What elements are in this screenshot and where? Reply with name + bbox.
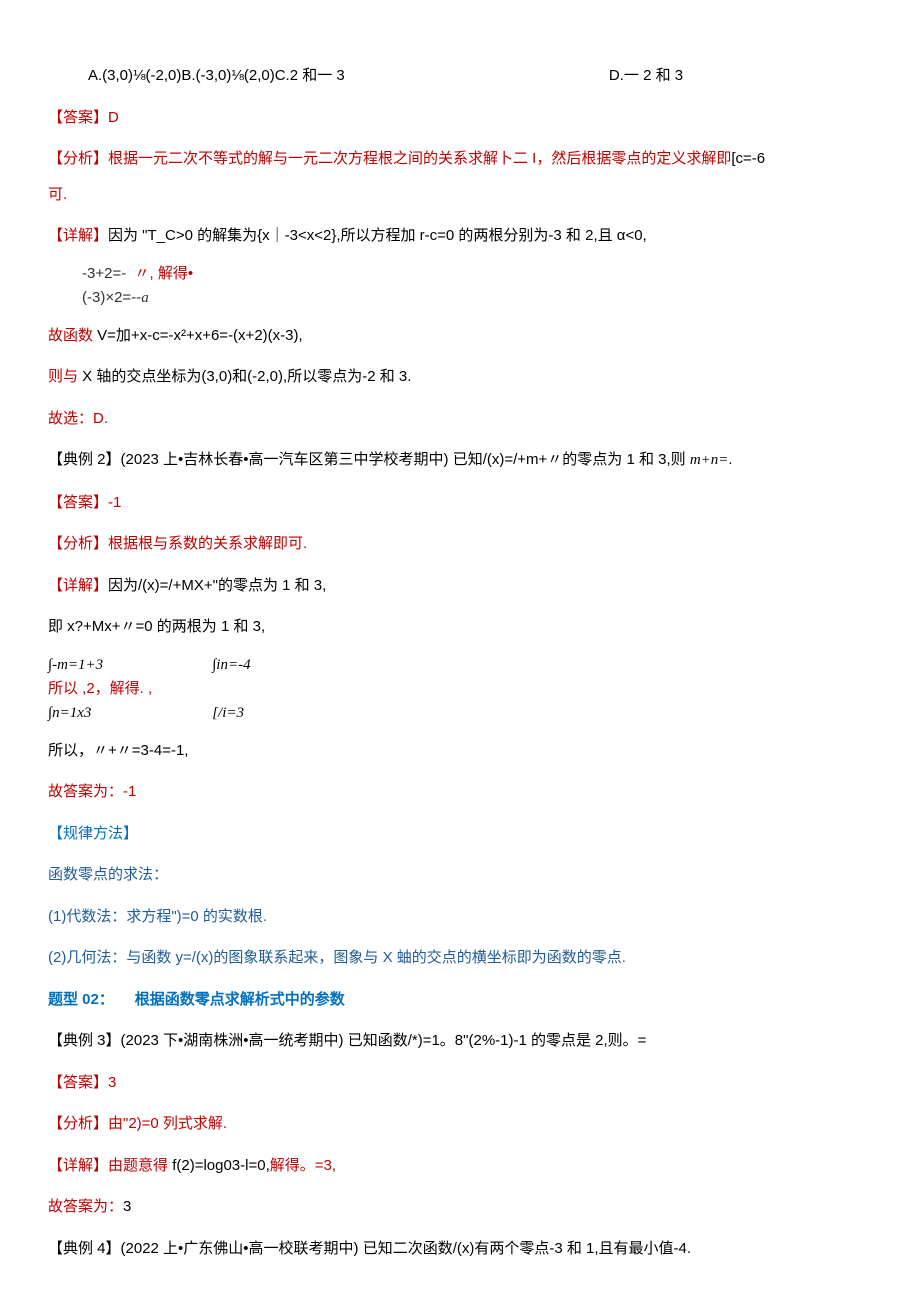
equation-block-1: -3+2=- 〃, 解得• (-3)×2=--a [48, 262, 872, 310]
c2a: ∫in=-4 [212, 653, 250, 677]
eq1-sub: a [141, 290, 149, 306]
ans3-prefix: 故答案为： [48, 1198, 123, 1215]
detail-1-label: 【详解】 [48, 227, 108, 244]
answer-2-final: 故答案为：-1 [48, 776, 872, 808]
solve-right: ∫in=-4 [/i=3 [212, 653, 250, 725]
answer-1: 【答案】D [48, 102, 872, 134]
example-4: 【典例 4】(2022 上•广东佛山•高一校联考期中) 已知二次函数/(x)有两… [48, 1233, 872, 1265]
rule-1: (1)代数法：求方程")=0 的实数根. [48, 901, 872, 933]
section-02: 题型 02： 根据函数零点求解析式中的参数 [48, 984, 872, 1016]
ex2-text: 【典例 2】(2023 上•吉林长春•高一汽车区第三中学校考期中) 已知/(x)… [48, 451, 690, 468]
detail-3-label: 【详解】 [48, 1157, 108, 1174]
detail-1: 【详解】因为 "T_C>0 的解集为{x｜-3<x<2},所以方程加 r-c=0… [48, 220, 872, 252]
ans3-val: 3 [123, 1198, 131, 1215]
analysis-1-text: 【分析】根据一元二次不等式的解与一元二次方程根之间的关系求解卜二 I，然后根据零… [48, 150, 731, 167]
ex2-dot: . [728, 451, 732, 468]
analysis-3: 【分析】由"2)=0 列式求解. [48, 1108, 872, 1140]
func-body: V=加+x-c=-x²+x+6=-(x+2)(x-3), [97, 327, 302, 344]
tbl-mid: 所以 ,2，解得. , [48, 677, 152, 701]
c1b: ∫n=1x3 [48, 701, 152, 725]
sec-b: 根据函数零点求解析式中的参数 [135, 991, 345, 1008]
ex2-var: m+n= [690, 452, 729, 468]
example-3: 【典例 3】(2023 下•湖南株洲•高一统考期中) 已知函数/*)=1。8"(… [48, 1025, 872, 1057]
xaxis-line: 则与 X 轴的交点坐标为(3,0)和(-2,0),所以零点为-2 和 3. [48, 361, 872, 393]
detail-3: 【详解】由题意得 f(2)=log03-l=0,解得。=3, [48, 1150, 872, 1182]
analysis-2: 【分析】根据根与系数的关系求解即可. [48, 528, 872, 560]
answer-3: 【答案】3 [48, 1067, 872, 1099]
detail-1-text: 因为 "T_C>0 的解集为{x｜-3<x<2},所以方程加 r-c=0 的两根… [108, 227, 647, 244]
eq1-line1: -3+2=- [82, 265, 126, 282]
analysis-1: 【分析】根据一元二次不等式的解与一元二次方程根之间的关系求解卜二 I，然后根据零… [48, 143, 872, 175]
detail-3-pre: 由题意得 [108, 1157, 172, 1174]
eq-line: 即 x?+Mx+〃=0 的两根为 1 和 3, [48, 611, 872, 643]
c2b: [/i=3 [212, 701, 250, 725]
options-d: D.一 2 和 3 [609, 60, 683, 92]
detail-3-post: 解得。=3, [270, 1157, 336, 1174]
func-line: 故函数 V=加+x-c=-x²+x+6=-(x+2)(x-3), [48, 320, 872, 352]
sec-a: 题型 02： [48, 991, 114, 1008]
mc-options: A.(3,0)⅛(-2,0)B.(-3,0)⅛(2,0)C.2 和一 3 D.一… [48, 60, 872, 92]
pick-line: 故选：D. [48, 403, 872, 435]
analysis-1-inline: [c=-6 [731, 150, 765, 167]
answer-2: 【答案】-1 [48, 487, 872, 519]
detail-2-label: 【详解】 [48, 577, 108, 594]
analysis-1-cont: 可. [48, 179, 872, 211]
example-2: 【典例 2】(2023 上•吉林长春•高一汽车区第三中学校考期中) 已知/(x)… [48, 444, 872, 477]
xaxis-prefix: 则与 [48, 368, 82, 385]
rule-heading: 【规律方法】 [48, 818, 872, 850]
solve-table: ∫-m=1+3 所以 ,2，解得. , ∫n=1x3 ∫in=-4 [/i=3 [48, 653, 872, 725]
detail-2: 【详解】因为/(x)=/+MX+"的零点为 1 和 3, [48, 570, 872, 602]
func-prefix: 故函数 [48, 327, 97, 344]
answer-3-final: 故答案为：3 [48, 1191, 872, 1223]
rule-2: (2)几何法：与函数 y=/(x)的图象联系起来，图象与 X 蚰的交点的横坐标即… [48, 942, 872, 974]
eq1-line2: (-3)×2=-- [82, 289, 141, 306]
eq1-mid: 〃, 解得• [135, 265, 194, 282]
options-abc: A.(3,0)⅛(-2,0)B.(-3,0)⅛(2,0)C.2 和一 3 [88, 60, 345, 92]
c1a: ∫-m=1+3 [48, 653, 152, 677]
solve-prefix: ∫-m=1+3 所以 ,2，解得. , ∫n=1x3 [48, 653, 152, 725]
rule-title: 函数零点的求法： [48, 859, 872, 891]
sum-line: 所以，〃+〃=3-4=-1, [48, 735, 872, 767]
detail-2-text: 因为/(x)=/+MX+"的零点为 1 和 3, [108, 577, 326, 594]
xaxis-body: X 轴的交点坐标为(3,0)和(-2,0),所以零点为-2 和 3. [82, 368, 411, 385]
detail-3-eq: f(2)=log03-l=0, [172, 1157, 270, 1174]
